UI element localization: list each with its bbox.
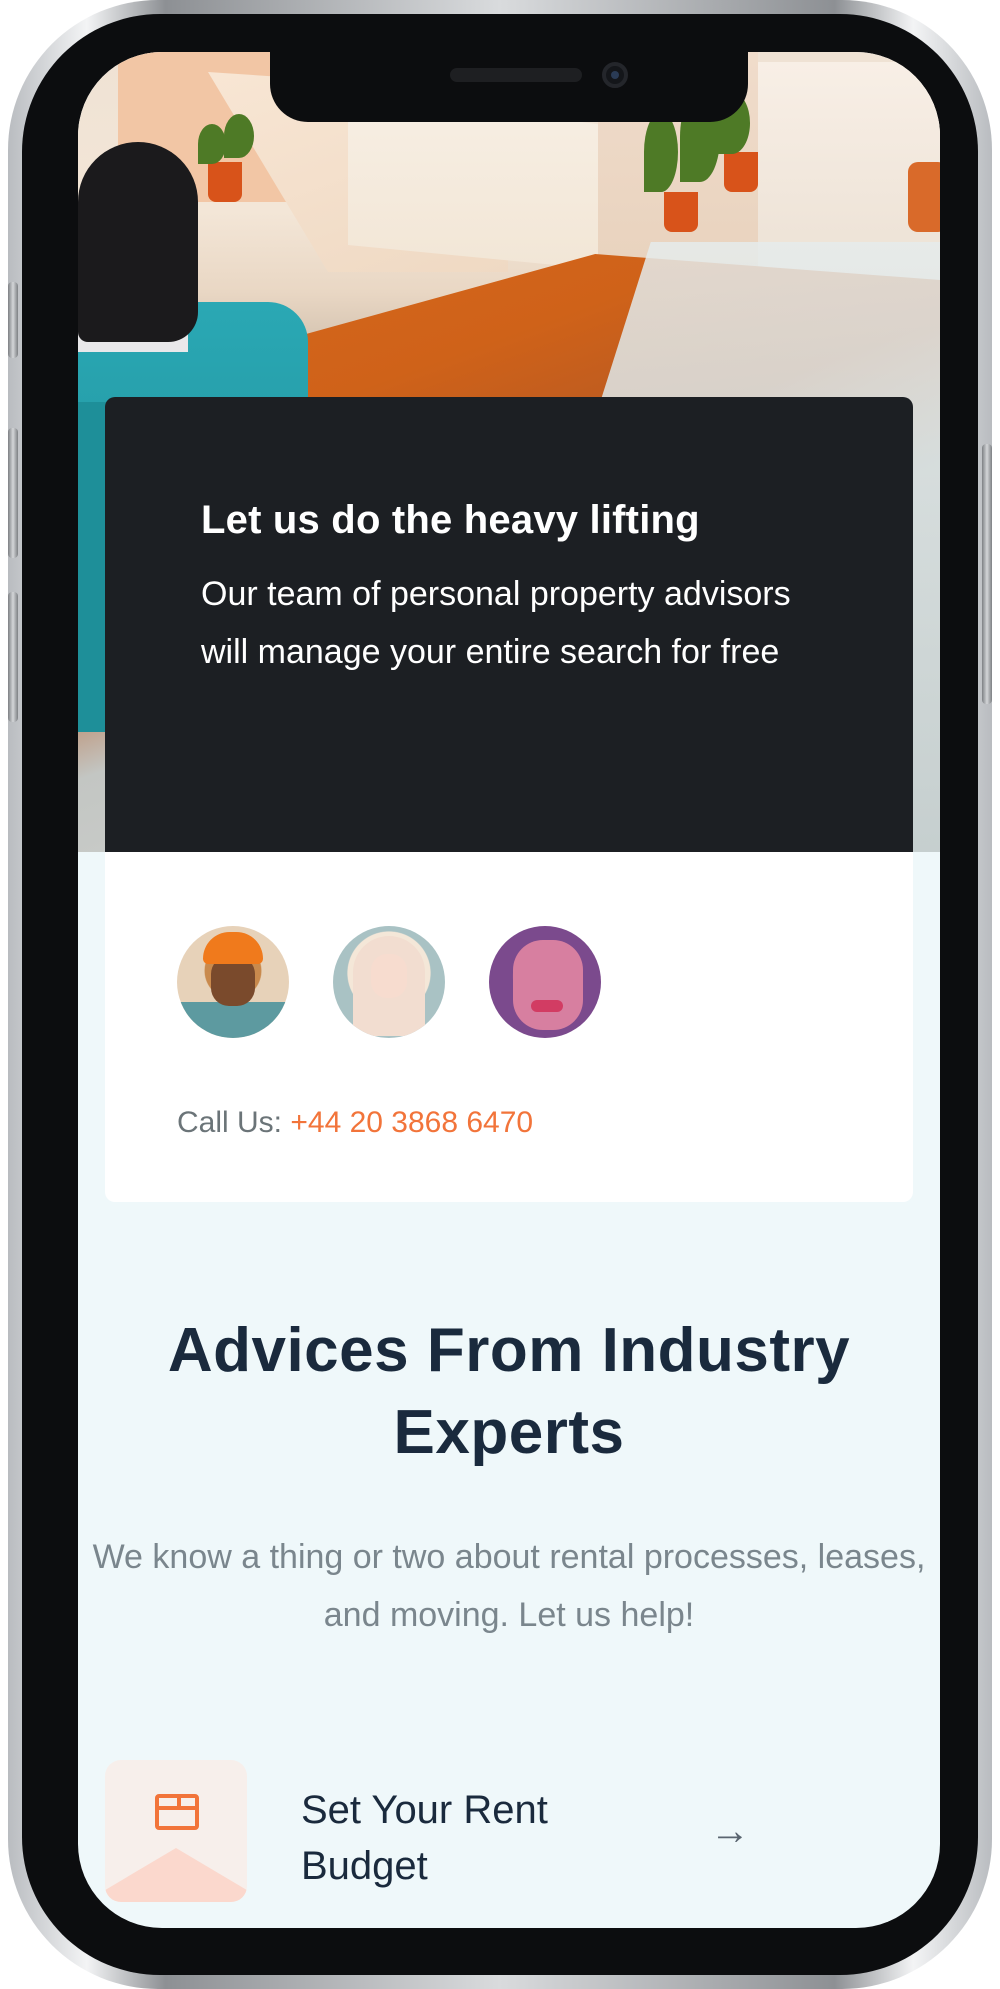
- front-camera: [602, 62, 628, 88]
- advice-section-subtitle: We know a thing or two about rental proc…: [92, 1538, 926, 1634]
- phone-number-link[interactable]: +44 20 3868 6470: [290, 1106, 533, 1139]
- contact-card: Call Us: +44 20 3868 6470: [105, 852, 913, 1202]
- plant-pot: [664, 192, 698, 232]
- advice-section-title: Advices From Industry Experts: [167, 1316, 851, 1467]
- plant-pot: [724, 152, 758, 192]
- rent-budget-card[interactable]: Set Your Rent Budget →: [105, 1760, 913, 1928]
- intro-title: Let us do the heavy lifting: [201, 498, 700, 542]
- phone-screen: Let us do the heavy lifting Our team of …: [78, 52, 940, 1928]
- call-us-line: Call Us: +44 20 3868 6470: [177, 1104, 533, 1142]
- wallet-icon: [155, 1794, 199, 1830]
- volume-up-button: [8, 428, 18, 558]
- plant-pot: [208, 162, 242, 202]
- power-button: [982, 444, 992, 704]
- mute-switch: [8, 282, 18, 358]
- volume-down-button: [8, 592, 18, 722]
- phone-frame: Let us do the heavy lifting Our team of …: [8, 0, 992, 1989]
- advisor-avatar: [489, 926, 601, 1038]
- speaker-grille: [450, 68, 582, 82]
- budget-icon-tile: [105, 1760, 247, 1902]
- advisor-avatar: [177, 926, 289, 1038]
- advisor-avatar: [333, 926, 445, 1038]
- intro-text: Our team of personal property advisors w…: [201, 575, 791, 671]
- rent-budget-label: Set Your Rent Budget: [301, 1788, 548, 1888]
- call-us-label: Call Us:: [177, 1106, 283, 1139]
- arrow-right-icon[interactable]: →: [705, 1806, 755, 1856]
- intro-card: Let us do the heavy lifting Our team of …: [105, 397, 913, 852]
- notch: [270, 52, 748, 122]
